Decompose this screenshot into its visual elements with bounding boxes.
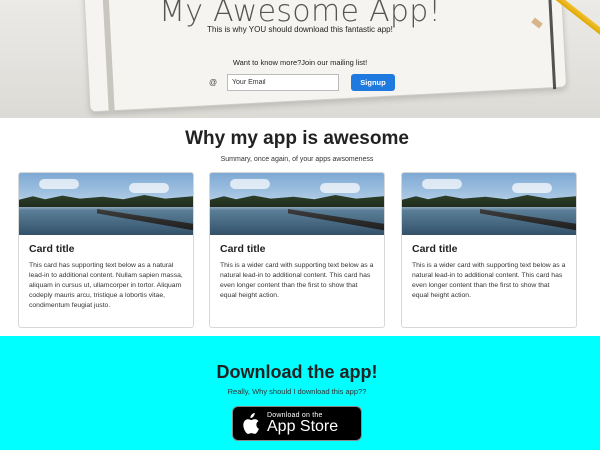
download-title: Download the app! xyxy=(216,362,378,382)
card-title: Card title xyxy=(412,243,458,255)
mailing-list-prompt: Want to know more?Join our mailing list! xyxy=(232,58,368,67)
hero-section: My Awesome App! This is why YOU should d… xyxy=(0,0,600,118)
card-text: This is a wider card with supporting tex… xyxy=(220,262,374,299)
badge-big-text: App Store xyxy=(267,418,339,435)
card-text: This card has supporting text below as a… xyxy=(29,262,183,309)
why-section-title: Why my app is awesome xyxy=(185,128,409,149)
feature-card-1: Card title This card has supporting text… xyxy=(18,172,194,328)
why-section-subtitle: Summary, once again, of your apps awsome… xyxy=(220,156,374,163)
feature-card-2: Card title This is a wider card with sup… xyxy=(209,172,385,328)
card-title: Card title xyxy=(220,243,266,255)
card-image-lake xyxy=(210,173,384,235)
at-symbol-addon: @ xyxy=(209,78,218,87)
card-image-lake xyxy=(19,173,193,235)
hero-subtitle: This is why YOU should download this fan… xyxy=(207,25,393,34)
download-section: Download the app! Really, Why should I d… xyxy=(0,336,600,450)
app-store-badge-button[interactable]: Download on the App Store xyxy=(232,406,362,441)
card-text: This is a wider card with supporting tex… xyxy=(412,262,566,299)
apple-logo-icon xyxy=(233,406,267,441)
signup-button[interactable]: Signup xyxy=(351,74,395,91)
card-image-lake xyxy=(402,173,576,235)
signup-form: @ Signup xyxy=(209,74,395,91)
feature-card-3: Card title This is a wider card with sup… xyxy=(401,172,577,328)
email-input[interactable] xyxy=(227,74,339,91)
card-title: Card title xyxy=(29,243,75,255)
download-subtitle: Really, Why should I download this app?? xyxy=(227,387,367,396)
